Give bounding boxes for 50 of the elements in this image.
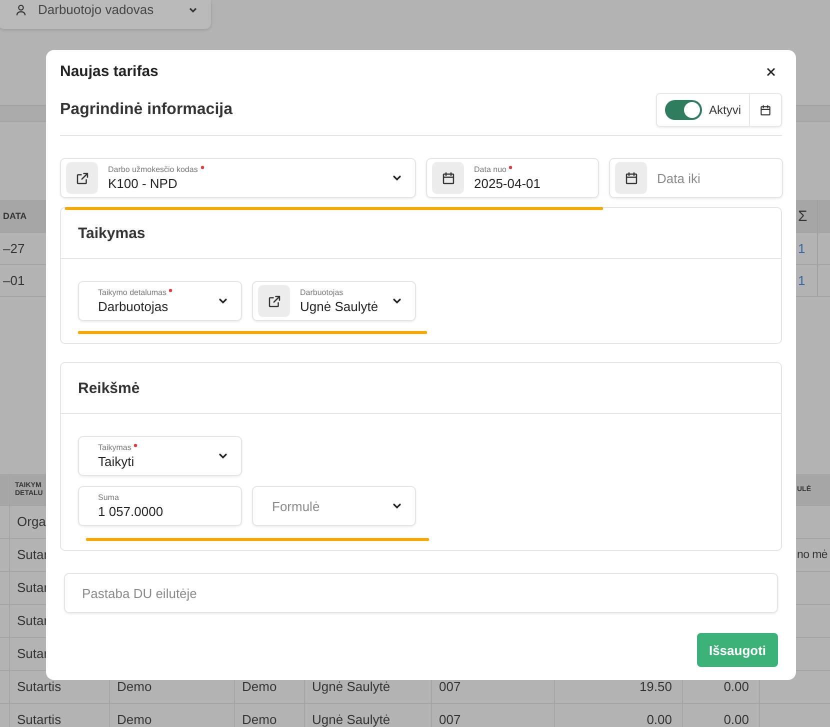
field-label: Darbuotojas bbox=[300, 288, 344, 297]
calendar-icon bbox=[624, 170, 638, 186]
external-link-icon bbox=[266, 294, 282, 308]
field-value: 2025-04-01 bbox=[474, 176, 542, 191]
select-field[interactable]: Formulė bbox=[252, 486, 416, 526]
date-field[interactable]: Data iki bbox=[609, 158, 783, 198]
calendar-button[interactable] bbox=[615, 162, 647, 194]
external-link-button[interactable] bbox=[66, 162, 98, 194]
field-value: Taikyti bbox=[98, 454, 136, 469]
field-placeholder: Formulė bbox=[272, 498, 321, 514]
select-field[interactable]: Darbuotojas Ugnė Saulytė bbox=[252, 281, 416, 321]
close-icon[interactable] bbox=[765, 66, 777, 78]
field-value: Ugnė Saulytė bbox=[300, 299, 380, 314]
field-label: Darbo užmokesčio kodas bbox=[108, 165, 198, 174]
toggle-label: Aktyvi bbox=[709, 103, 742, 117]
section-title: Reikšmė bbox=[78, 380, 140, 396]
table-cell: Demo bbox=[235, 704, 305, 727]
calendar-button[interactable] bbox=[432, 162, 464, 194]
person-icon bbox=[14, 2, 28, 16]
column-header: DATA bbox=[2, 211, 28, 221]
table-cell: Demo bbox=[110, 704, 235, 727]
input-field[interactable]: Suma 1 057.0000 bbox=[78, 486, 242, 526]
table-cell: 0.00 bbox=[683, 704, 760, 727]
field-label: Taikymas bbox=[98, 443, 132, 452]
select-field[interactable]: Darbo užmokesčio kodas K100 - NPD bbox=[60, 158, 416, 198]
section-title: Pagrindinė informacija bbox=[60, 101, 232, 119]
external-link-icon bbox=[74, 170, 90, 186]
table-cell-text: no mė bbox=[796, 548, 828, 563]
calendar-icon bbox=[440, 170, 456, 186]
filter-dropdown[interactable]: Darbuotojo vadovas bbox=[0, 0, 211, 29]
field-value: Darbuotojas bbox=[98, 299, 170, 314]
table-cell: Ugnė Saulytė bbox=[305, 704, 432, 727]
field-value: K100 - NPD bbox=[108, 176, 178, 191]
external-link-button[interactable] bbox=[258, 285, 290, 317]
select-field[interactable]: Taikymo detalumas Darbuotojas bbox=[78, 281, 242, 321]
section-title: Taikymas bbox=[78, 224, 146, 242]
table-cell-text: –27 bbox=[2, 241, 26, 256]
date-field[interactable]: Data nuo 2025-04-01 bbox=[426, 158, 599, 198]
field-label: Taikymo detalumas bbox=[98, 288, 166, 297]
field-placeholder: Data iki bbox=[657, 170, 702, 186]
table-cell: Sutartis bbox=[10, 704, 110, 727]
toggle-switch[interactable] bbox=[665, 100, 702, 120]
table-cell: 007 bbox=[432, 704, 555, 727]
table-cell: 0.00 bbox=[555, 704, 683, 727]
field-label: Data nuo bbox=[474, 165, 506, 174]
dialog-title: Naujas tarifas bbox=[60, 63, 158, 80]
note-field[interactable]: Pastaba DU eilutėje bbox=[64, 573, 778, 613]
calendar-icon[interactable] bbox=[759, 104, 772, 116]
table-cell-text: –01 bbox=[2, 273, 26, 288]
select-field[interactable]: Taikymas Taikyti bbox=[78, 436, 242, 476]
